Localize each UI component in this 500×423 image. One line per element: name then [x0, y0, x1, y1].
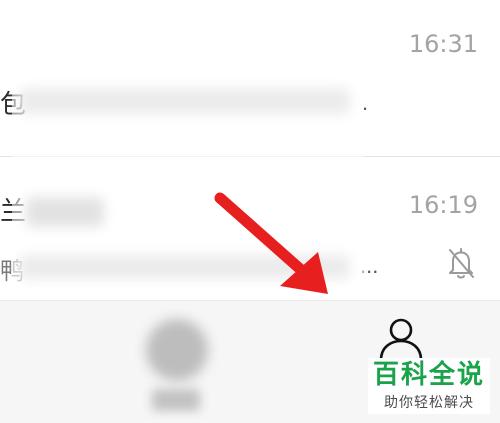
watermark-subtitle: 助你轻松解决 — [384, 394, 474, 410]
red-arrow-annotation — [214, 192, 328, 294]
watermark-title: 百科全说 — [372, 359, 485, 389]
watermark-logo: 百科全说 助你轻松解决 — [368, 358, 490, 414]
bell-slash-icon — [449, 248, 474, 279]
blurred-tab-label — [152, 389, 200, 411]
person-outline-icon[interactable] — [378, 317, 424, 361]
blurred-tab-icon — [146, 319, 208, 381]
tab-discover[interactable] — [130, 301, 230, 423]
message-time: 16:31 — [408, 30, 478, 58]
message-time: 16:19 — [408, 191, 478, 219]
